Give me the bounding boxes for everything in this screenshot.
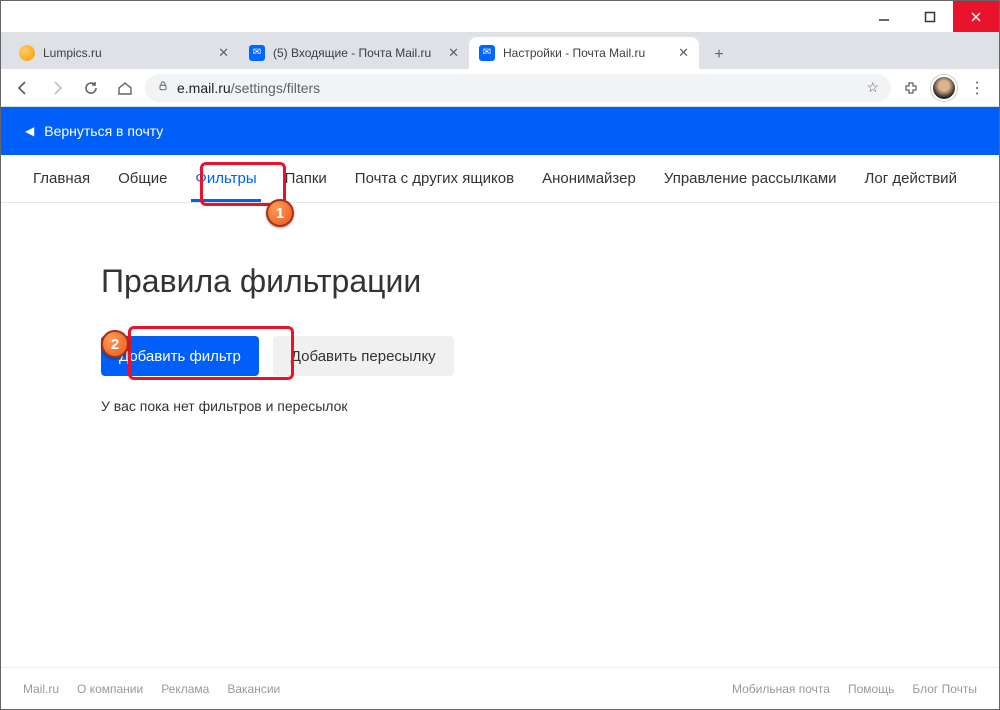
reload-button[interactable] [77, 74, 105, 102]
nav-general[interactable]: Общие [104, 155, 181, 202]
tab-title: Lumpics.ru [43, 46, 210, 60]
footer-link-ads[interactable]: Реклама [161, 682, 209, 696]
browser-tab[interactable]: (5) Входящие - Почта Mail.ru ✕ [239, 37, 469, 69]
profile-avatar[interactable] [931, 75, 957, 101]
address-bar[interactable]: e.mail.ru/settings/filters ☆ [145, 74, 891, 102]
new-tab-button[interactable]: + [705, 41, 733, 69]
close-tab-icon[interactable]: ✕ [678, 45, 689, 61]
forward-button[interactable] [43, 74, 71, 102]
return-label: Вернуться в почту [44, 123, 163, 139]
footer: Mail.ru О компании Реклама Вакансии Моби… [1, 667, 999, 709]
nav-subscriptions[interactable]: Управление рассылками [650, 155, 851, 202]
favicon-icon [479, 45, 495, 61]
settings-nav: Главная Общие Фильтры Папки Почта с друг… [1, 155, 999, 203]
empty-state-text: У вас пока нет фильтров и пересылок [101, 398, 899, 414]
close-tab-icon[interactable]: ✕ [448, 45, 459, 61]
button-row: Добавить фильтр Добавить пересылку [101, 336, 899, 376]
return-to-mail-bar[interactable]: ◀ Вернуться в почту [1, 107, 999, 155]
lock-icon [157, 80, 169, 95]
address-bar-row: e.mail.ru/settings/filters ☆ ⋮ [1, 69, 999, 107]
triangle-left-icon: ◀ [25, 124, 34, 138]
browser-tab-active[interactable]: Настройки - Почта Mail.ru ✕ [469, 37, 699, 69]
footer-link-help[interactable]: Помощь [848, 682, 894, 696]
browser-tab[interactable]: Lumpics.ru ✕ [9, 37, 239, 69]
nav-action-log[interactable]: Лог действий [851, 155, 971, 202]
page-title: Правила фильтрации [101, 263, 899, 300]
footer-link-jobs[interactable]: Вакансии [227, 682, 280, 696]
nav-anonymizer[interactable]: Анонимайзер [528, 155, 650, 202]
maximize-button[interactable] [907, 1, 953, 32]
nav-other-mailboxes[interactable]: Почта с других ящиков [341, 155, 528, 202]
footer-link-about[interactable]: О компании [77, 682, 143, 696]
favicon-icon [249, 45, 265, 61]
footer-link-blog[interactable]: Блог Почты [912, 682, 977, 696]
main-content: Правила фильтрации Добавить фильтр Добав… [1, 203, 999, 434]
extensions-button[interactable] [897, 74, 925, 102]
add-filter-button[interactable]: Добавить фильтр [101, 336, 259, 376]
close-window-button[interactable] [953, 1, 999, 32]
tab-title: (5) Входящие - Почта Mail.ru [273, 46, 440, 60]
bookmark-star-icon[interactable]: ☆ [866, 79, 879, 96]
url-host: e.mail.ru/settings/filters [177, 80, 320, 96]
add-forward-button[interactable]: Добавить пересылку [273, 336, 454, 376]
window-titlebar [1, 1, 999, 33]
minimize-button[interactable] [861, 1, 907, 32]
footer-link-mobile[interactable]: Мобильная почта [732, 682, 830, 696]
tab-title: Настройки - Почта Mail.ru [503, 46, 670, 60]
nav-folders[interactable]: Папки [271, 155, 341, 202]
back-button[interactable] [9, 74, 37, 102]
nav-filters[interactable]: Фильтры [181, 155, 270, 202]
close-tab-icon[interactable]: ✕ [218, 45, 229, 61]
nav-main[interactable]: Главная [19, 155, 104, 202]
home-button[interactable] [111, 74, 139, 102]
footer-link-mailru[interactable]: Mail.ru [23, 682, 59, 696]
browser-tabs: Lumpics.ru ✕ (5) Входящие - Почта Mail.r… [1, 33, 999, 69]
favicon-icon [19, 45, 35, 61]
kebab-menu-icon[interactable]: ⋮ [963, 74, 991, 102]
